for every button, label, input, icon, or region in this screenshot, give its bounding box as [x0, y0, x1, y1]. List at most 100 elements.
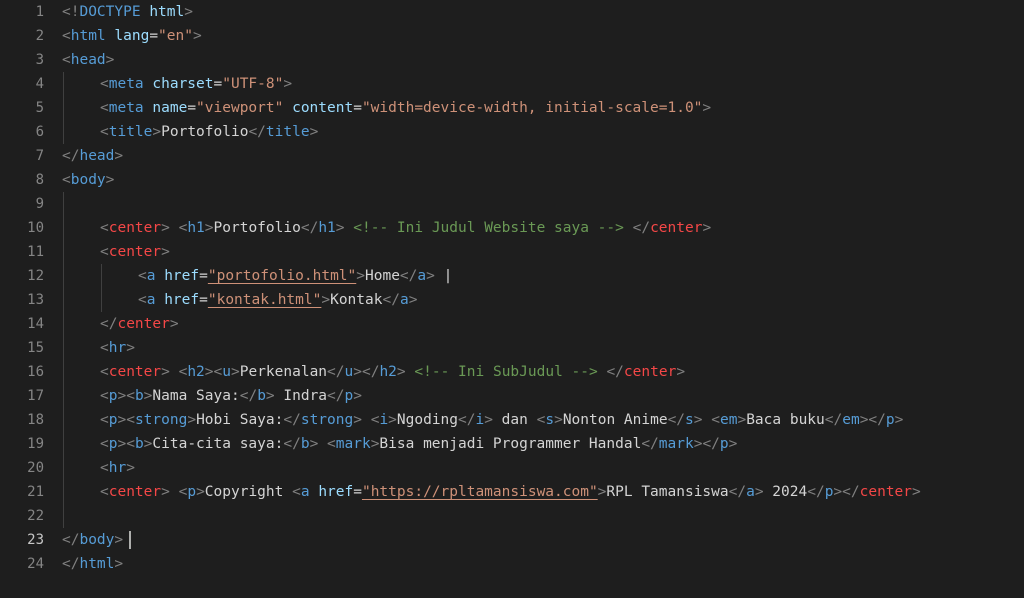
- code-token: </: [283, 412, 301, 428]
- code-token: >: [353, 388, 362, 404]
- code-token: a: [399, 292, 409, 308]
- code-token: </: [728, 484, 747, 500]
- code-line[interactable]: 6 <title>Portofolio</title>: [0, 120, 1024, 144]
- code-token: 2024: [763, 484, 808, 500]
- code-token: "viewport": [196, 100, 284, 116]
- code-token: p: [187, 484, 197, 500]
- code-token: >: [702, 100, 712, 116]
- code-token: Portofolio: [161, 124, 249, 140]
- code-token: mark: [335, 436, 371, 452]
- code-token: |: [434, 268, 462, 284]
- code-token: href: [164, 292, 200, 308]
- code-line[interactable]: 9: [0, 192, 1024, 216]
- code-token: b: [134, 388, 144, 404]
- code-line[interactable]: 10 <center> <h1>Portofolio</h1> <!-- Ini …: [0, 216, 1024, 240]
- code-token: <: [711, 412, 720, 428]
- code-token: strong: [300, 412, 354, 428]
- code-line[interactable]: 24 </html>: [0, 552, 1024, 576]
- line-number: 1: [35, 4, 44, 20]
- code-token: <!-- Ini SubJudul -->: [414, 364, 598, 380]
- code-text: <center> <p>Copyright <a href="https://r…: [100, 480, 921, 504]
- code-token: i: [475, 412, 485, 428]
- code-token: strong: [134, 412, 188, 428]
- code-line[interactable]: 22: [0, 504, 1024, 528]
- code-token: <!-- Ini Judul Website saya -->: [353, 220, 624, 236]
- line-number: 9: [35, 196, 44, 212]
- code-text: <body>: [62, 168, 114, 192]
- code-token: lang: [114, 28, 150, 44]
- code-token: ><: [117, 436, 135, 452]
- code-token: >: [693, 412, 703, 428]
- code-token: Perkenalan: [239, 364, 328, 380]
- code-line[interactable]: 23 </body>: [0, 528, 1024, 552]
- code-line[interactable]: 8 <body>: [0, 168, 1024, 192]
- code-token: <: [138, 292, 147, 308]
- code-line[interactable]: 15 <hr>: [0, 336, 1024, 360]
- code-line[interactable]: 20 <hr>: [0, 456, 1024, 480]
- indent-guide: [101, 264, 102, 312]
- code-token: h1: [187, 220, 205, 236]
- code-line[interactable]: 4 <meta charset="UTF-8">: [0, 72, 1024, 96]
- code-text: <center> <h1>Portofolio</h1> <!-- Ini Ju…: [100, 216, 711, 240]
- code-token: >: [484, 412, 493, 428]
- code-token: >: [754, 484, 764, 500]
- line-number: 8: [35, 172, 44, 188]
- code-token: >: [408, 292, 418, 308]
- code-line[interactable]: 2 <html lang="en">: [0, 24, 1024, 48]
- code-token: Hobi Saya:: [196, 412, 284, 428]
- code-line[interactable]: 5 <meta name="viewport" content="width=de…: [0, 96, 1024, 120]
- line-number: 2: [35, 28, 44, 44]
- code-token: Bisa menjadi Programmer Handal: [379, 436, 642, 452]
- code-token: <: [100, 220, 109, 236]
- code-text: <p><b>Cita-cita saya:</b> <mark>Bisa men…: [100, 432, 737, 456]
- code-line[interactable]: 12 <a href="portofolio.html">Home</a> |: [0, 264, 1024, 288]
- line-number: 5: [35, 100, 44, 116]
- code-line[interactable]: 3 <head>: [0, 48, 1024, 72]
- code-token: </: [327, 388, 345, 404]
- code-token: head: [79, 148, 115, 164]
- code-text: </body>: [62, 528, 123, 552]
- code-token: >: [737, 412, 747, 428]
- code-token: <: [327, 436, 336, 452]
- code-token: content: [292, 100, 354, 116]
- code-line[interactable]: 1 <!DOCTYPE html>: [0, 0, 1024, 24]
- code-line[interactable]: 7 </head>: [0, 144, 1024, 168]
- code-token: >: [114, 556, 124, 572]
- code-text: <html lang="en">: [62, 24, 202, 48]
- code-token: html: [79, 556, 115, 572]
- line-number: 11: [27, 244, 44, 260]
- code-token: body: [70, 172, 106, 188]
- code-token: <: [100, 244, 109, 260]
- code-token: >: [161, 364, 170, 380]
- code-text: <p><strong>Hobi Saya:</strong> <i>Ngodin…: [100, 408, 903, 432]
- code-token: <: [292, 484, 301, 500]
- line-number: 13: [27, 292, 44, 308]
- code-line[interactable]: 11 <center>: [0, 240, 1024, 264]
- code-token: center: [108, 484, 162, 500]
- code-line[interactable]: 19 <p><b>Cita-cita saya:</b> <mark>Bisa m…: [0, 432, 1024, 456]
- code-line[interactable]: 18 <p><strong>Hobi Saya:</strong> <i>Ngod…: [0, 408, 1024, 432]
- code-line[interactable]: 14 </center>: [0, 312, 1024, 336]
- code-token: =: [149, 28, 159, 44]
- code-line[interactable]: 17 <p><b>Nama Saya:</b> Indra</p>: [0, 384, 1024, 408]
- code-line[interactable]: 13 <a href="kontak.html">Kontak</a>: [0, 288, 1024, 312]
- code-token: >: [126, 340, 135, 356]
- code-token: >: [396, 364, 406, 380]
- code-token: >: [169, 316, 179, 332]
- code-token: Indra: [274, 388, 328, 404]
- code-line[interactable]: 16 <center> <h2><u>Perkenalan</u></h2> <!…: [0, 360, 1024, 384]
- code-token: >: [231, 364, 240, 380]
- code-token: =: [187, 100, 197, 116]
- code-token: </: [62, 148, 80, 164]
- code-line[interactable]: 21 <center> <p>Copyright <a href="https:/…: [0, 480, 1024, 504]
- code-editor[interactable]: 1 <!DOCTYPE html> 2 <html lang="en"> 3 <head>…: [0, 0, 1024, 598]
- code-token: s: [545, 412, 555, 428]
- code-token: </: [382, 292, 400, 308]
- code-token: "en": [158, 28, 193, 44]
- code-text: <center>: [100, 240, 170, 264]
- code-token: title: [108, 124, 153, 140]
